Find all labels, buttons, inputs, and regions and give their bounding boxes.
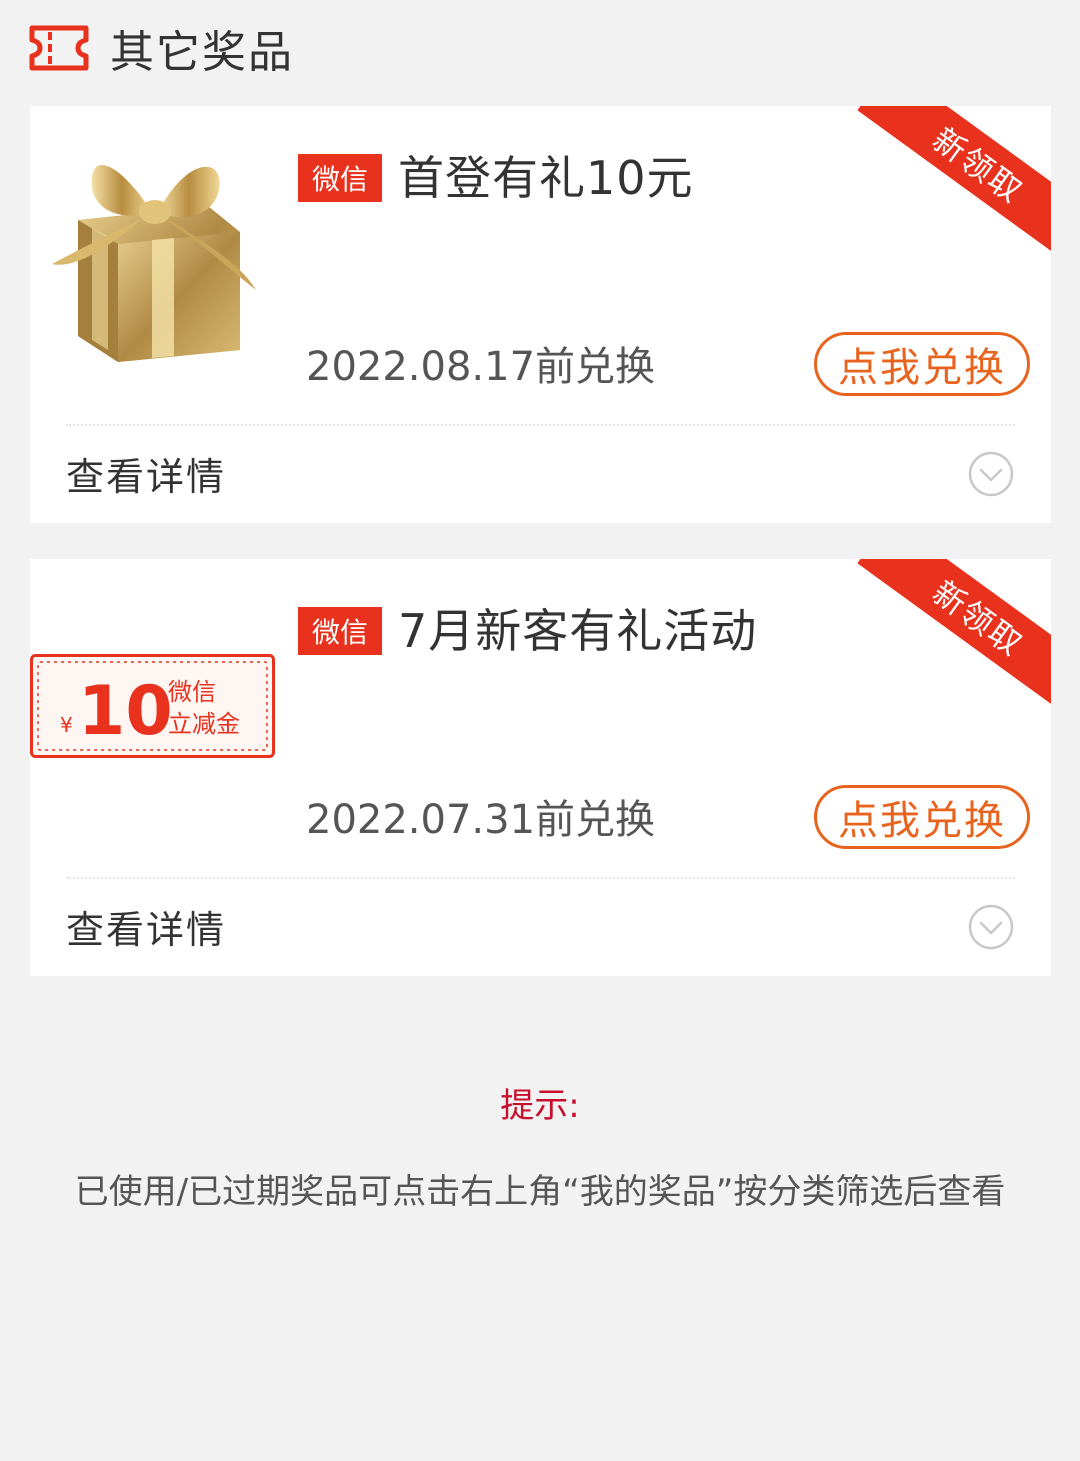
view-details-row[interactable]: 查看详情 [66, 877, 1015, 976]
chevron-down-icon[interactable] [967, 903, 1015, 951]
prize-title: 7月新客有礼活动 [398, 604, 758, 658]
prize-title: 首登有礼10元 [398, 151, 694, 205]
coupon-line1: 微信 [168, 678, 216, 706]
redeem-button[interactable]: 点我兑换 [814, 332, 1030, 396]
prize-card-2: 新领取 ¥ 10 微信 立减金 微信 7月新客有礼活动 2022.07.31前兑… [30, 559, 1051, 976]
new-ribbon: 新领取 [857, 106, 1051, 264]
view-details-label: 查看详情 [66, 455, 227, 499]
coupon-currency: ¥ [60, 713, 73, 737]
gold-gift-box-image [52, 165, 256, 362]
prize-card-1: 新领取 微信 首登有礼10元 2022.08.17前兑换 点我兑换 查看详情 [30, 106, 1051, 523]
expire-date: 2022.08.17前兑换 [306, 344, 656, 390]
wechat-coupon-image: ¥ 10 微信 立减金 [30, 654, 275, 758]
tip-title: 提示: [500, 1086, 580, 1126]
prize-title-row: 微信 首登有礼10元 [298, 142, 694, 208]
wechat-tag: 微信 [298, 607, 382, 655]
section-title: 其它奖品 [110, 27, 294, 78]
prize-title-row: 微信 7月新客有礼活动 [298, 595, 757, 661]
section-header: 其它奖品 [28, 18, 294, 78]
view-details-row[interactable]: 查看详情 [66, 424, 1015, 523]
wechat-tag: 微信 [298, 154, 382, 202]
new-ribbon: 新领取 [857, 559, 1051, 717]
redeem-button[interactable]: 点我兑换 [814, 785, 1030, 849]
expire-date: 2022.07.31前兑换 [306, 797, 656, 843]
ticket-icon [29, 25, 89, 71]
chevron-down-icon[interactable] [967, 450, 1015, 498]
ribbon-label: 新领取 [925, 573, 1031, 664]
coupon-amount: 10 [78, 672, 173, 751]
coupon-line2: 立减金 [168, 710, 240, 738]
view-details-label: 查看详情 [66, 908, 227, 952]
tip-text: 已使用/已过期奖品可点击右上角“我的奖品”按分类筛选后查看 [74, 1172, 1006, 1212]
ribbon-label: 新领取 [925, 120, 1031, 211]
